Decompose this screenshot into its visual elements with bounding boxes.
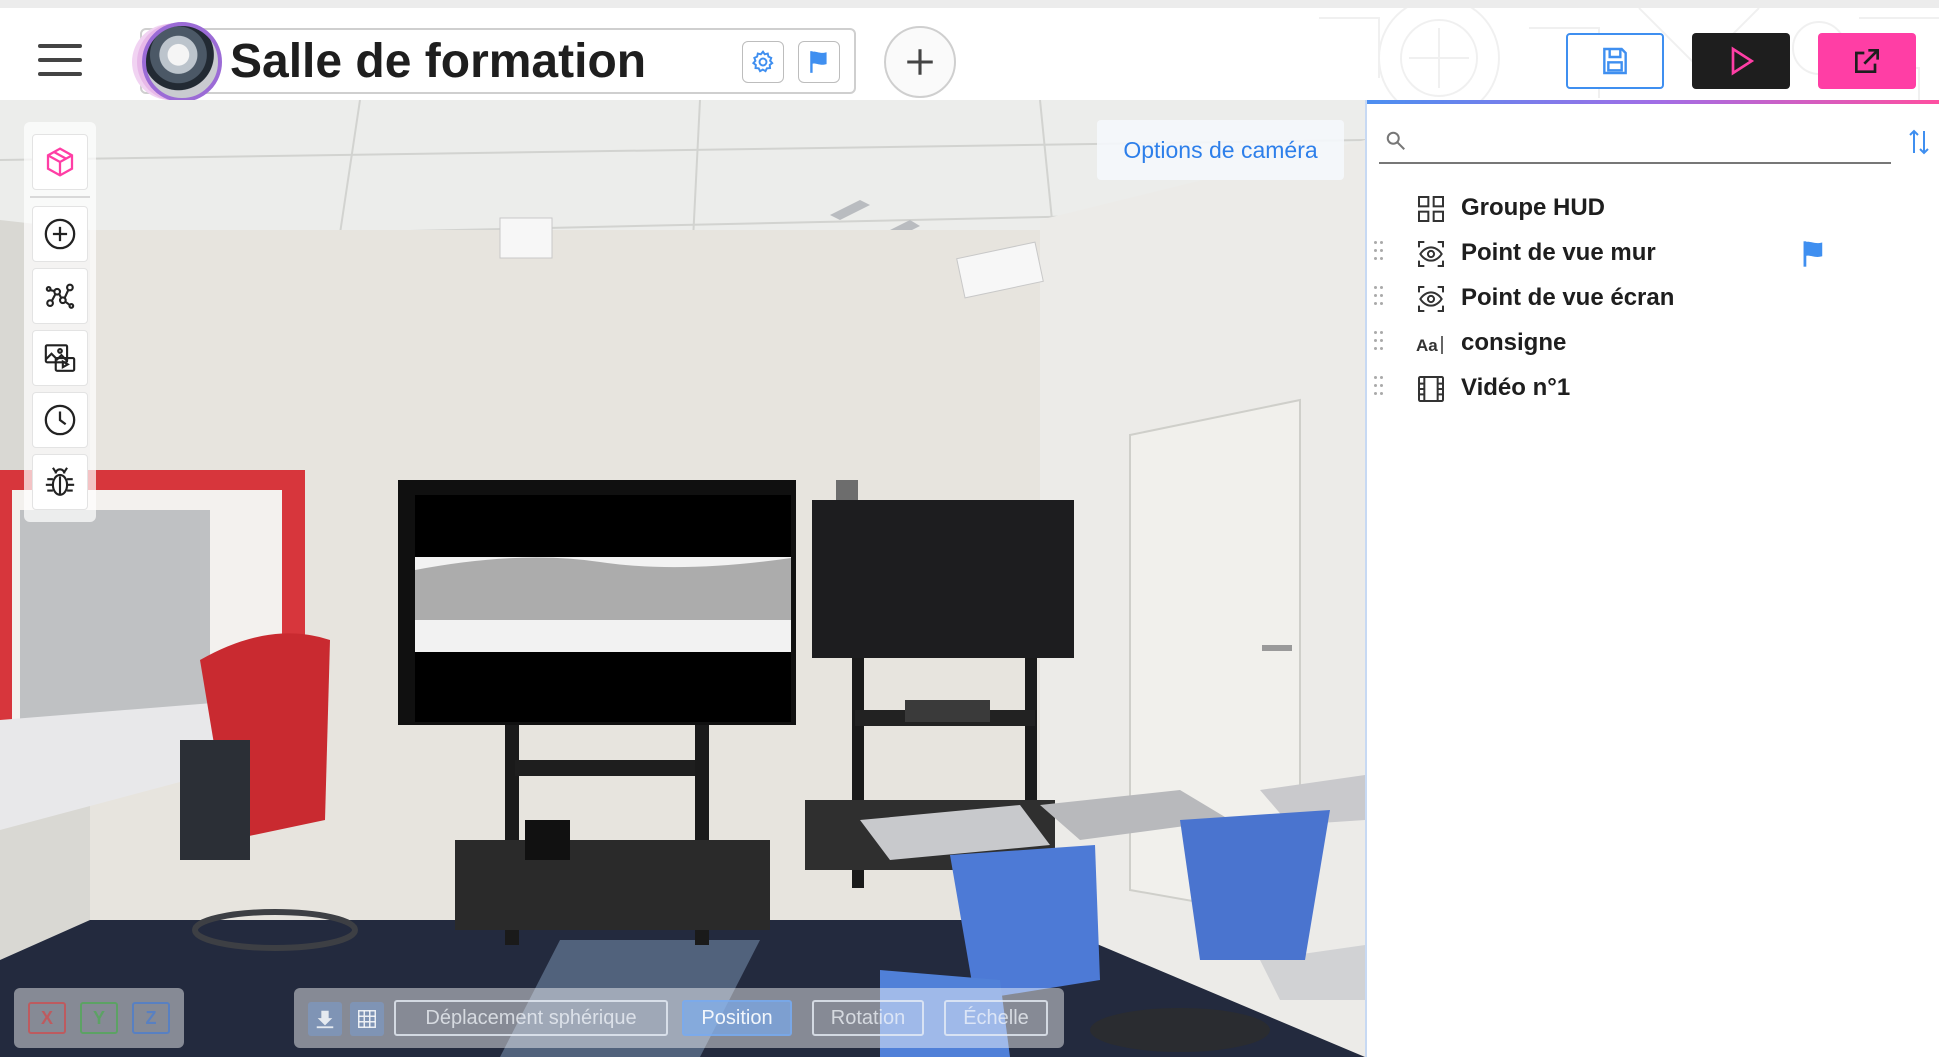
grid-icon xyxy=(1415,193,1447,225)
debug-tool-button[interactable] xyxy=(32,454,88,510)
add-element-button[interactable] xyxy=(32,206,88,262)
search-icon xyxy=(1386,131,1405,150)
layer-label: Vidéo n°1 xyxy=(1461,374,1571,401)
left-toolbar xyxy=(24,122,96,522)
menu-icon[interactable] xyxy=(30,36,90,84)
bug-icon xyxy=(45,467,75,496)
gear-icon xyxy=(751,50,774,73)
objects-tool-button[interactable] xyxy=(32,134,88,190)
add-scene-button[interactable] xyxy=(884,26,956,98)
layer-item-instruction-text[interactable]: Aa consigne xyxy=(1367,323,1939,363)
layer-item-viewpoint-screen[interactable]: Point de vue écran xyxy=(1367,278,1939,318)
panel-accent-bar xyxy=(1367,100,1939,104)
scene-tree-panel: Groupe HUD Point de vue mur Point de vue… xyxy=(1365,100,1939,1057)
scale-mode-button[interactable]: Échelle xyxy=(944,1000,1048,1036)
layer-item-hud-group[interactable]: Groupe HUD xyxy=(1367,188,1939,228)
export-button[interactable] xyxy=(1818,33,1916,89)
clock-icon xyxy=(44,404,76,436)
external-link-icon xyxy=(1855,49,1879,73)
svg-text:Aa: Aa xyxy=(1416,336,1438,355)
sort-button[interactable] xyxy=(1905,126,1933,158)
eye-viewpoint-icon xyxy=(1415,238,1447,270)
flag-icon xyxy=(810,51,827,73)
media-tool-button[interactable] xyxy=(32,330,88,386)
flag-icon[interactable] xyxy=(1799,239,1827,269)
play-button[interactable] xyxy=(1692,33,1790,89)
save-button[interactable] xyxy=(1566,33,1664,89)
panorama-image xyxy=(0,100,1365,1057)
layer-label: Point de vue écran xyxy=(1461,284,1675,311)
layer-label: consigne xyxy=(1461,329,1567,356)
scene-header: Salle de formation xyxy=(140,22,856,102)
drag-handle-icon[interactable] xyxy=(1374,286,1386,310)
layer-search xyxy=(1379,120,1891,164)
layer-item-viewpoint-wall[interactable]: Point de vue mur xyxy=(1367,233,1939,273)
position-mode-button[interactable]: Position xyxy=(682,1000,792,1036)
film-icon xyxy=(1415,373,1447,405)
play-icon xyxy=(1731,46,1755,76)
network-icon xyxy=(45,283,75,309)
graph-tool-button[interactable] xyxy=(32,268,88,324)
sort-arrows-icon xyxy=(1909,129,1929,155)
drop-down-arrow-icon xyxy=(316,1010,334,1029)
camera-options-button[interactable]: Options de caméra xyxy=(1097,120,1344,180)
top-bar: Salle de formation xyxy=(0,0,1939,102)
transform-toolbar: Déplacement sphérique Position Rotation … xyxy=(294,988,1064,1048)
drag-handle-icon[interactable] xyxy=(1374,331,1386,355)
axis-y-toggle[interactable]: Y xyxy=(80,1002,118,1034)
scene-viewport[interactable]: Options de caméra X Y Z Déplacement sphé… xyxy=(0,100,1365,1057)
scene-thumbnail[interactable] xyxy=(142,22,222,102)
grid-snap-button[interactable] xyxy=(350,1002,384,1036)
text-icon: Aa xyxy=(1415,328,1447,360)
search-input[interactable] xyxy=(1413,126,1883,156)
scene-title[interactable]: Salle de formation xyxy=(230,36,646,88)
snap-ground-button[interactable] xyxy=(308,1002,342,1036)
axis-selector: X Y Z xyxy=(14,988,184,1048)
drag-handle-icon[interactable] xyxy=(1374,376,1386,400)
layer-item-video[interactable]: Vidéo n°1 xyxy=(1367,368,1939,408)
scene-settings-button[interactable] xyxy=(742,41,784,83)
plus-circle-icon xyxy=(44,218,76,250)
axis-x-toggle[interactable]: X xyxy=(28,1002,66,1034)
rotation-mode-button[interactable]: Rotation xyxy=(812,1000,924,1036)
cube-icon xyxy=(46,147,74,177)
plus-icon xyxy=(907,49,933,75)
grid-icon xyxy=(358,1010,376,1028)
toolbar-divider xyxy=(30,196,90,198)
spherical-move-mode-button[interactable]: Déplacement sphérique xyxy=(394,1000,668,1036)
image-icon xyxy=(44,344,76,372)
layer-label: Point de vue mur xyxy=(1461,239,1656,266)
eye-viewpoint-icon xyxy=(1415,283,1447,315)
layer-label: Groupe HUD xyxy=(1461,194,1605,221)
save-icon xyxy=(1603,47,1627,75)
axis-z-toggle[interactable]: Z xyxy=(132,1002,170,1034)
timeline-tool-button[interactable] xyxy=(32,392,88,448)
drag-handle-icon[interactable] xyxy=(1374,241,1386,265)
start-scene-flag-button[interactable] xyxy=(798,41,840,83)
